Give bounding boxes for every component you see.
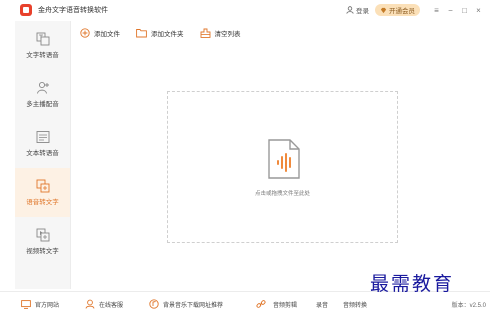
sidebar-item-label: 语音转文字 (26, 199, 59, 206)
audio-file-icon (268, 139, 300, 179)
clear-icon (200, 28, 210, 38)
document-to-speech-icon (36, 131, 49, 143)
add-folder-label: 添加文件夹 (151, 31, 184, 38)
diamond-icon (380, 7, 387, 13)
speech-to-text-icon (36, 179, 49, 193)
menu-button[interactable]: ≡ (431, 4, 442, 16)
online-support-link[interactable]: 在线客服 (85, 299, 123, 309)
video-to-text-icon (36, 228, 49, 242)
link-icon (256, 300, 266, 308)
bgm-download-link[interactable]: 背景音乐下载网址推荐 (149, 299, 223, 309)
sidebar: 文字转语音 多主播配音 文本转语音 语音转文字 视频转文字 (15, 21, 71, 289)
drop-zone-hint: 点击或拖拽文件至此处 (254, 191, 310, 197)
clear-list-button[interactable]: 清空列表 (200, 27, 241, 40)
official-website-link[interactable]: 官方网站 (21, 299, 60, 309)
online-support-label: 在线客服 (99, 302, 124, 309)
add-file-label: 添加文件 (94, 31, 120, 38)
minimize-button[interactable]: − (445, 4, 456, 16)
title-bar: 金舟文字语音转换软件 登录 开通会员 ≡ − □ × (0, 0, 490, 20)
audio-cut-label: 音频剪辑 (273, 302, 298, 309)
text-to-speech-icon (36, 32, 49, 46)
sidebar-item-label: 多主播配音 (26, 101, 59, 108)
bgm-download-label: 背景音乐下载网址推荐 (163, 302, 224, 309)
sidebar-item-document-to-speech[interactable]: 文本转语音 (15, 119, 70, 168)
user-icon (346, 6, 354, 14)
toolbar: 添加文件 添加文件夹 清空列表 (80, 26, 257, 40)
sidebar-item-label: 文本转语音 (26, 150, 59, 157)
record-link[interactable]: 录音 (316, 300, 328, 309)
monitor-icon (21, 299, 31, 309)
headset-icon (85, 299, 95, 309)
clear-list-label: 清空列表 (214, 31, 241, 38)
folder-icon (136, 29, 147, 38)
add-file-button[interactable]: 添加文件 (80, 27, 120, 40)
maximize-button[interactable]: □ (459, 4, 470, 16)
plus-circle-icon (80, 28, 90, 38)
record-label: 录音 (316, 302, 329, 309)
sidebar-item-label: 文字转语音 (26, 52, 59, 59)
app-logo-icon (20, 4, 32, 16)
login-label: 登录 (356, 8, 369, 15)
version-text: 版本：v2.5.0 (451, 302, 486, 309)
audio-cut-link[interactable]: 音频剪辑 (256, 299, 297, 309)
official-website-label: 官方网站 (35, 302, 60, 309)
multi-speaker-icon (36, 81, 49, 94)
vip-label: 开通会员 (389, 8, 415, 15)
sidebar-item-speech-to-text[interactable]: 语音转文字 (15, 168, 70, 217)
sidebar-item-label: 视频转文字 (26, 248, 59, 255)
titlebar-controls: 登录 开通会员 ≡ − □ × (346, 3, 484, 17)
close-button[interactable]: × (473, 4, 484, 16)
sidebar-item-text-to-speech[interactable]: 文字转语音 (15, 21, 70, 70)
login-button[interactable]: 登录 (346, 5, 369, 15)
add-folder-button[interactable]: 添加文件夹 (136, 27, 184, 40)
watermark-text: 最需教育 (370, 273, 455, 295)
vip-button[interactable]: 开通会员 (375, 4, 420, 16)
music-circle-icon (149, 299, 159, 309)
audio-convert-label: 音频转换 (343, 302, 368, 309)
sidebar-item-multi-speaker[interactable]: 多主播配音 (15, 70, 70, 119)
audio-convert-link[interactable]: 音频转换 (343, 300, 367, 309)
file-drop-zone[interactable]: 点击或拖拽文件至此处 (167, 91, 398, 243)
sidebar-item-video-to-text[interactable]: 视频转文字 (15, 217, 70, 266)
app-title: 金舟文字语音转换软件 (38, 7, 108, 14)
